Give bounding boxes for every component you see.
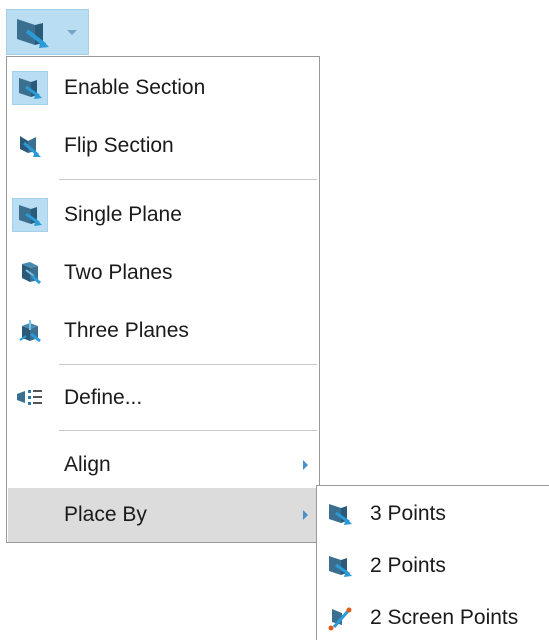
- menu-item-align[interactable]: Align: [8, 437, 318, 493]
- menu-item-label: Single Plane: [64, 203, 182, 226]
- menu-item-label: Place By: [64, 503, 147, 526]
- define-icon: [12, 381, 48, 415]
- menu-item-place-by[interactable]: Place By: [8, 488, 318, 542]
- three-points-icon: [324, 499, 356, 529]
- chevron-down-icon[interactable]: [67, 30, 77, 35]
- section-dropdown-menu: Enable Section Flip Section Single Plane…: [6, 56, 320, 543]
- submenu-item-label: 2 Screen Points: [370, 606, 519, 629]
- app-stage: Enable Section Flip Section Single Plane…: [0, 0, 549, 640]
- menu-item-enable-section[interactable]: Enable Section: [8, 60, 318, 116]
- menu-item-label: Flip Section: [64, 134, 174, 157]
- submenu-item-label: 3 Points: [370, 502, 446, 525]
- chevron-right-icon: [303, 510, 308, 520]
- section-split-button[interactable]: [6, 9, 89, 55]
- flip-section-icon: [12, 129, 48, 163]
- section-plane-icon: [12, 71, 48, 105]
- menu-item-single-plane[interactable]: Single Plane: [8, 187, 318, 243]
- section-plane-icon[interactable]: [11, 15, 51, 51]
- place-by-submenu: 3 Points 2 Points 2 Screen Points: [316, 485, 549, 640]
- menu-separator: [59, 364, 317, 365]
- three-planes-icon: [12, 314, 48, 348]
- submenu-item-2-points[interactable]: 2 Points: [318, 540, 549, 592]
- menu-item-label: Enable Section: [64, 76, 206, 99]
- menu-item-label: Align: [64, 453, 111, 476]
- two-planes-icon: [12, 256, 48, 290]
- menu-item-two-planes[interactable]: Two Planes: [8, 245, 318, 301]
- two-points-icon: [324, 551, 356, 581]
- menu-item-label: Three Planes: [64, 319, 189, 342]
- submenu-item-3-points[interactable]: 3 Points: [318, 488, 549, 540]
- menu-item-label: Two Planes: [64, 261, 173, 284]
- menu-item-label: Define...: [64, 386, 143, 409]
- menu-separator: [59, 430, 317, 431]
- screen-points-icon: [324, 603, 356, 633]
- submenu-item-2-screen-points[interactable]: 2 Screen Points: [318, 592, 549, 640]
- menu-item-flip-section[interactable]: Flip Section: [8, 118, 318, 174]
- chevron-right-icon: [303, 460, 308, 470]
- submenu-item-label: 2 Points: [370, 554, 446, 577]
- menu-item-three-planes[interactable]: Three Planes: [8, 303, 318, 359]
- menu-separator: [59, 179, 317, 180]
- menu-item-define[interactable]: Define...: [8, 370, 318, 426]
- single-plane-icon: [12, 198, 48, 232]
